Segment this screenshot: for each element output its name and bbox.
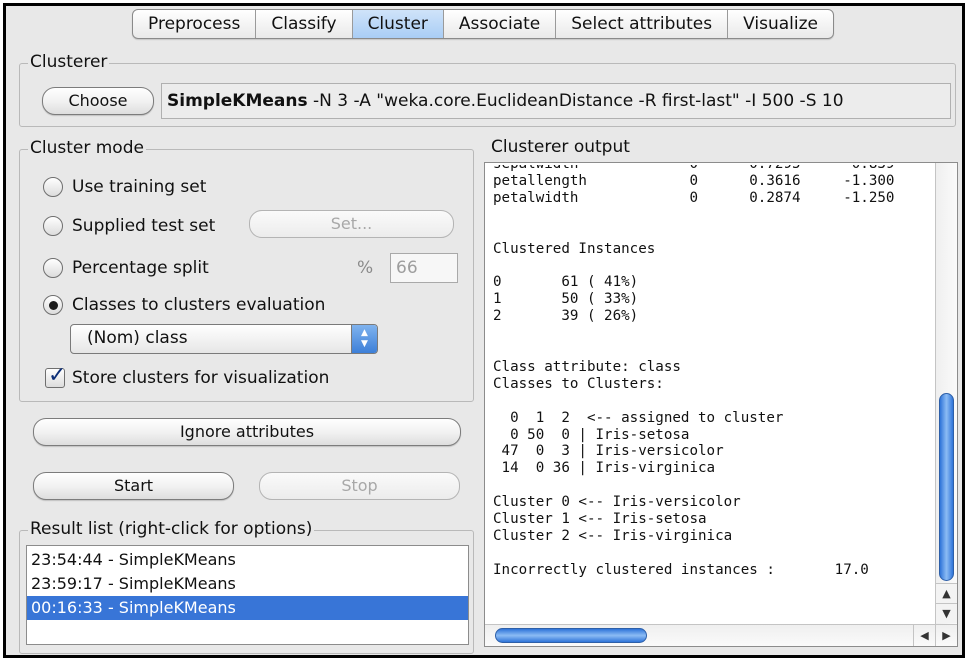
supplied-test-set-label: Supplied test set [72,216,216,236]
tab-classify[interactable]: Classify [256,10,353,38]
use-training-set-label: Use training set [72,177,207,197]
class-attribute-select[interactable]: (Nom) class ▲ ▼ [70,324,378,354]
result-list-item-selected[interactable]: 00:16:33 - SimpleKMeans [27,596,468,620]
tab-preprocess[interactable]: Preprocess [133,10,257,38]
class-attribute-value: (Nom) class [87,328,188,348]
vertical-scroll-thumb[interactable] [939,393,954,581]
start-button[interactable]: Start [33,472,234,500]
tab-cluster[interactable]: Cluster [352,10,444,38]
cluster-mode-panel: Cluster mode Use training set Supplied t… [19,138,474,402]
tab-visualize[interactable]: Visualize [728,10,833,38]
vertical-scrollbar[interactable]: ▲ ▼ [935,163,957,625]
choose-button[interactable]: Choose [42,87,154,115]
clusterer-output-area[interactable]: sepalwidth 0 -0.7295 0.839 petallength 0… [484,162,958,647]
cluster-mode-title: Cluster mode [28,138,146,158]
result-list-title: Result list (right-click for options) [28,519,315,539]
scroll-up-icon[interactable]: ▲ [936,583,957,603]
weka-explorer-window: Preprocess Classify Cluster Associate Se… [3,3,965,658]
store-clusters-checkbox[interactable]: ✓ [45,363,66,388]
scroll-left-icon[interactable]: ◀ [913,625,935,646]
result-list-item[interactable]: 23:59:17 - SimpleKMeans [27,572,468,596]
checkmark-icon: ✓ [48,363,67,388]
tab-bar: Preprocess Classify Cluster Associate Se… [132,9,834,39]
horizontal-scroll-thumb[interactable] [495,628,647,643]
clusterer-options: -N 3 -A "weka.core.EuclideanDistance -R … [307,91,844,111]
select-arrows-icon: ▲ ▼ [351,325,377,353]
result-list: 23:54:44 - SimpleKMeans 23:59:17 - Simpl… [26,545,469,645]
clusterer-output-title: Clusterer output [489,137,632,157]
clusterer-output-text: sepalwidth 0 -0.7295 0.839 petallength 0… [493,165,933,623]
clusterer-title: Clusterer [28,52,110,72]
percentage-split-field[interactable]: 66 [390,253,458,283]
supplied-test-set-radio[interactable] [43,216,63,236]
percentage-split-label: Percentage split [72,258,209,278]
clusterer-output-content: sepalwidth 0 -0.7295 0.839 petallength 0… [493,165,895,578]
classes-to-clusters-radio[interactable] [43,295,63,315]
result-list-item[interactable]: 23:54:44 - SimpleKMeans [27,548,468,572]
tab-associate[interactable]: Associate [444,10,557,38]
scroll-right-icon[interactable]: ▶ [935,625,957,646]
ignore-attributes-button[interactable]: Ignore attributes [33,418,461,446]
set-button[interactable]: Set... [249,210,454,238]
store-clusters-label: Store clusters for visualization [72,368,330,388]
stop-button[interactable]: Stop [259,472,460,500]
percentage-split-radio[interactable] [43,258,63,278]
use-training-set-radio[interactable] [43,177,63,197]
clusterer-algorithm-name: SimpleKMeans [167,91,308,111]
clusterer-panel: Clusterer Choose SimpleKMeans -N 3 -A "w… [19,52,956,127]
classes-to-clusters-label: Classes to clusters evaluation [72,295,326,315]
tab-select-attributes[interactable]: Select attributes [556,10,729,38]
scroll-down-icon[interactable]: ▼ [936,603,957,623]
horizontal-scrollbar[interactable]: ◀ ▶ [485,624,957,646]
clusterer-config-field[interactable]: SimpleKMeans -N 3 -A "weka.core.Euclidea… [161,83,951,119]
percent-symbol: % [357,258,374,278]
